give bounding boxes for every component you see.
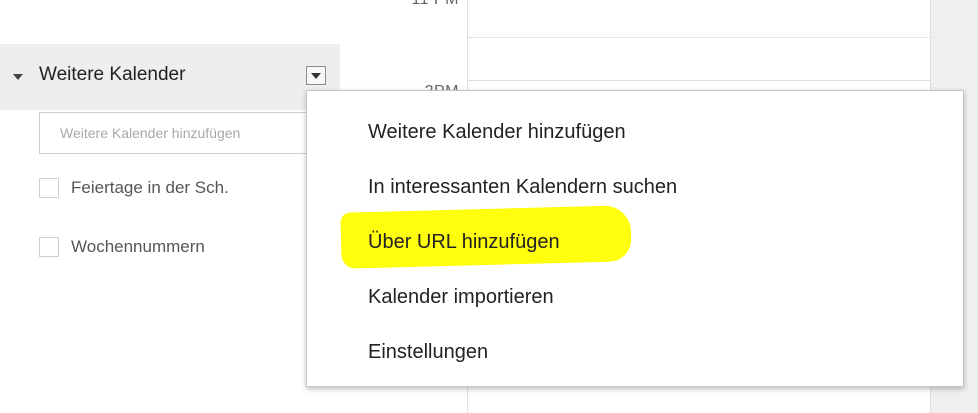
calendar-checkbox[interactable] xyxy=(39,178,59,198)
other-calendars-menu-button[interactable] xyxy=(306,66,326,85)
menu-item-settings[interactable]: Einstellungen xyxy=(368,341,488,364)
calendar-item-week-numbers[interactable]: Wochennummern xyxy=(39,236,205,258)
calendar-checkbox[interactable] xyxy=(39,237,59,257)
menu-item-add-by-url[interactable]: Über URL hinzufügen xyxy=(368,231,560,254)
half-hour-line xyxy=(468,37,930,38)
other-calendars-header[interactable]: Weitere Kalender xyxy=(0,44,340,110)
calendar-label: Feiertage in der Sch. xyxy=(71,178,229,197)
menu-item-add-calendars[interactable]: Weitere Kalender hinzufügen xyxy=(368,121,626,144)
calendar-app: 11 PM 2PM Weitere Kalender Feiertage in … xyxy=(0,0,978,413)
chevron-down-icon xyxy=(311,73,321,79)
collapse-arrow-icon[interactable] xyxy=(13,74,23,80)
hour-line xyxy=(468,80,930,81)
add-calendar-input[interactable] xyxy=(39,112,319,154)
menu-item-import-calendar[interactable]: Kalender importieren xyxy=(368,286,554,309)
menu-item-browse-calendars[interactable]: In interessanten Kalendern suchen xyxy=(368,176,677,199)
other-calendars-dropdown-menu: Weitere Kalender hinzufügen In interessa… xyxy=(306,90,964,387)
calendar-label: Wochennummern xyxy=(71,237,205,256)
time-label: 11 PM xyxy=(411,0,459,9)
calendar-item-holidays[interactable]: Feiertage in der Sch. xyxy=(39,177,229,199)
section-title[interactable]: Weitere Kalender xyxy=(39,64,185,86)
